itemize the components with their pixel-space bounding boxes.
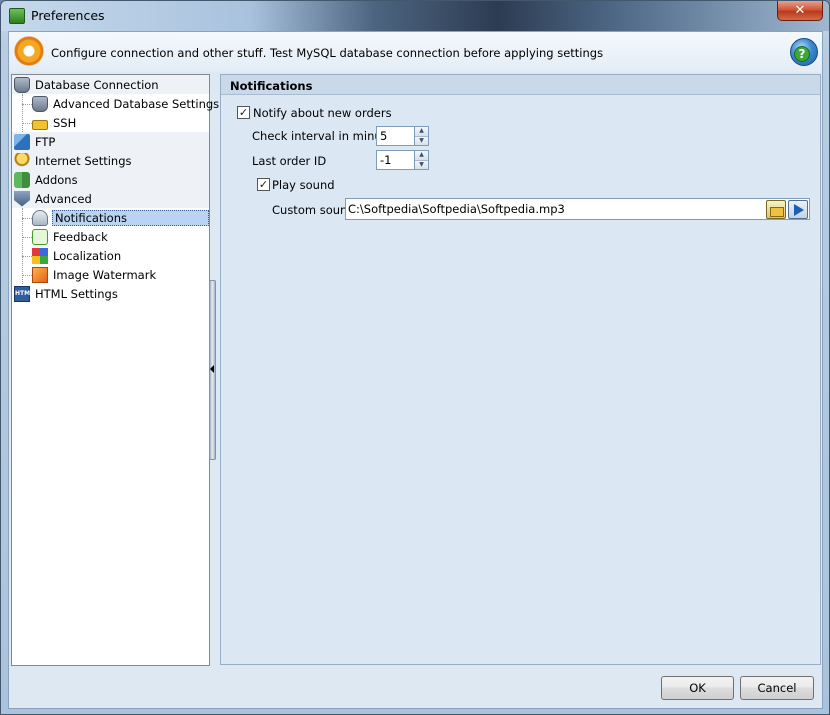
ftp-icon	[14, 133, 30, 150]
tree-item-label: Image Watermark	[53, 267, 157, 282]
title-bar[interactable]: Preferences ✕	[1, 1, 829, 31]
stepper-up-icon[interactable]: ▲	[415, 151, 428, 160]
tree-item-ssh[interactable]: SSH	[30, 113, 209, 132]
tree-item-label: Advanced Database Settings	[53, 96, 220, 111]
play-sound-button[interactable]	[788, 200, 808, 219]
last-order-label: Last order ID	[252, 154, 327, 168]
preferences-window: Preferences ✕ Configure connection and o…	[0, 0, 830, 715]
tree-guide-line	[22, 94, 23, 134]
browse-folder-button[interactable]	[766, 200, 786, 219]
tree-item-label: Localization	[53, 248, 122, 263]
settings-tree[interactable]: Database Connection Advanced Database Se…	[11, 74, 219, 666]
window-title: Preferences	[31, 8, 105, 23]
notifications-panel: Notifications ✓ Notify about new orders …	[220, 74, 821, 665]
cancel-button[interactable]: Cancel	[740, 676, 814, 700]
stepper-down-icon[interactable]: ▼	[415, 159, 428, 169]
tree-item-label: HTML Settings	[35, 286, 118, 301]
tree-item-internet-settings[interactable]: Internet Settings	[12, 151, 209, 170]
internet-icon	[14, 152, 30, 169]
notify-checkbox[interactable]: ✓	[237, 106, 250, 119]
tree-item-label: SSH	[53, 115, 77, 130]
tree-item-image-watermark[interactable]: Image Watermark	[30, 265, 209, 284]
tree-item-database-connection[interactable]: Database Connection	[12, 75, 209, 94]
html-icon: HTML	[14, 285, 34, 302]
client-area: Configure connection and other stuff. Te…	[8, 31, 823, 709]
header-description: Configure connection and other stuff. Te…	[51, 46, 604, 60]
shield-icon	[14, 190, 30, 207]
tree-item-label: Notifications	[52, 209, 209, 226]
app-icon	[9, 8, 25, 24]
tree-item-feedback[interactable]: Feedback	[30, 227, 209, 246]
tree-item-localization[interactable]: Localization	[30, 246, 209, 265]
image-icon	[32, 266, 48, 283]
tree-item-notifications[interactable]: Notifications	[30, 208, 209, 227]
stepper-buttons[interactable]: ▲ ▼	[414, 126, 429, 146]
database-icon	[14, 76, 30, 93]
help-icon[interactable]: ?	[790, 38, 818, 66]
collapse-arrow-icon[interactable]	[210, 365, 214, 373]
section-title: Notifications	[221, 75, 820, 95]
database-settings-icon	[32, 95, 48, 112]
tree-item-advanced-database-settings[interactable]: Advanced Database Settings	[30, 94, 219, 113]
last-order-stepper[interactable]: ▲ ▼	[376, 150, 429, 170]
gear-icon	[13, 35, 45, 67]
question-mark-icon: ?	[794, 46, 810, 62]
tree-item-label: Addons	[35, 172, 78, 187]
check-interval-stepper[interactable]: ▲ ▼	[376, 126, 429, 146]
tree-item-label: Internet Settings	[35, 153, 132, 168]
tree-item-label: Database Connection	[35, 77, 159, 92]
flags-icon	[32, 247, 48, 264]
play-sound-checkbox[interactable]: ✓	[257, 178, 270, 191]
custom-sound-input[interactable]: C:\Softpedia\Softpedia\Softpedia.mp3	[345, 198, 810, 220]
tree-item-label: Feedback	[53, 229, 108, 244]
header-bar: Configure connection and other stuff. Te…	[9, 32, 822, 72]
notify-label: Notify about new orders	[253, 106, 392, 120]
play-sound-label: Play sound	[272, 178, 335, 192]
lock-icon	[32, 120, 48, 130]
tree-item-advanced[interactable]: Advanced	[12, 189, 209, 208]
puzzle-icon	[14, 171, 30, 188]
custom-sound-label: Custom sound	[272, 203, 355, 217]
stepper-up-icon[interactable]: ▲	[415, 127, 428, 136]
tree-item-addons[interactable]: Addons	[12, 170, 209, 189]
tree-item-ftp[interactable]: FTP	[12, 132, 209, 151]
ok-button[interactable]: OK	[661, 676, 734, 700]
stepper-down-icon[interactable]: ▼	[415, 135, 428, 145]
check-interval-input[interactable]	[376, 126, 414, 146]
tree-item-label: Advanced	[35, 191, 92, 206]
tree-item-label: FTP	[35, 134, 56, 149]
tree-item-html-settings[interactable]: HTML HTML Settings	[12, 284, 209, 303]
feedback-icon	[32, 228, 48, 245]
bell-icon	[32, 209, 48, 226]
stepper-buttons[interactable]: ▲ ▼	[414, 150, 429, 170]
last-order-input[interactable]	[376, 150, 414, 170]
close-button[interactable]: ✕	[777, 1, 823, 21]
